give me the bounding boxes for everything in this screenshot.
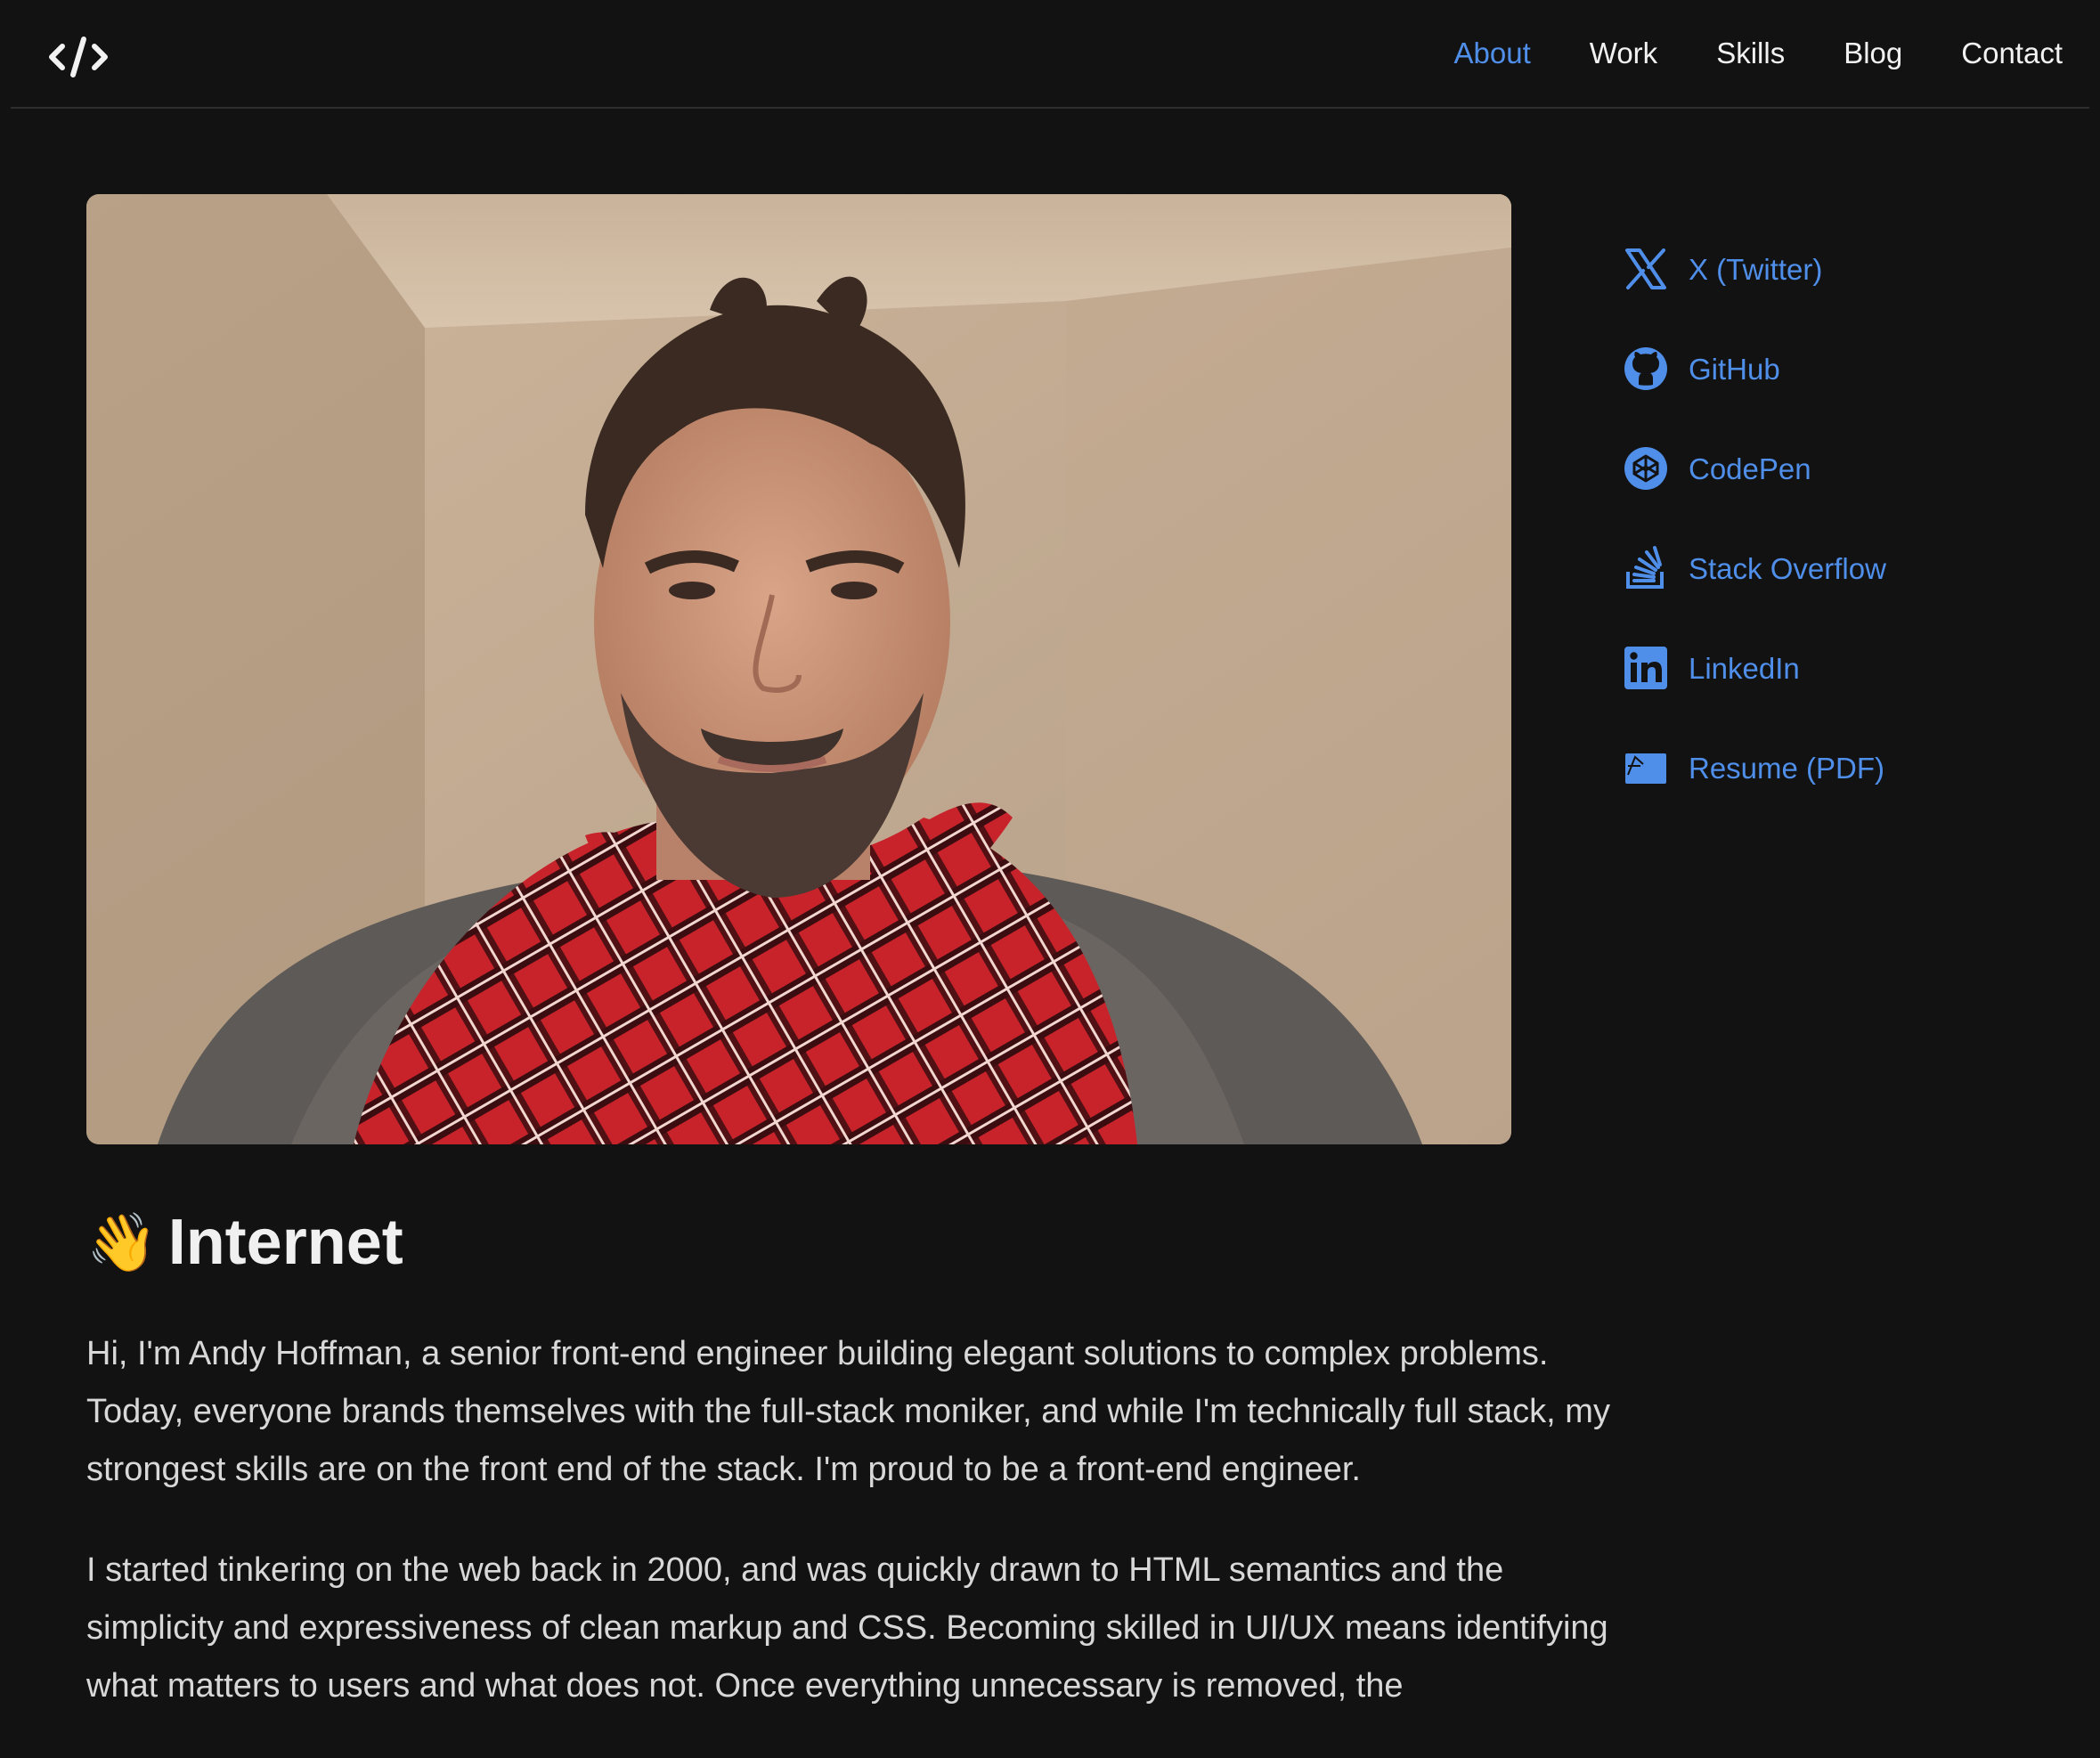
nav-about[interactable]: About [1454, 38, 1531, 68]
main-nav: About Work Skills Blog Contact [1396, 0, 2063, 105]
social-link-stack-overflow[interactable]: Stack Overflow [1623, 545, 2068, 591]
intro-heading: 👋 Internet [86, 1202, 403, 1282]
social-label-linkedin: LinkedIn [1689, 651, 1800, 685]
x-twitter-icon [1625, 248, 1666, 289]
linkedin-icon [1624, 647, 1667, 689]
stack-overflow-icon [1626, 546, 1664, 589]
social-link-x-twitter[interactable]: X (Twitter) [1623, 246, 2068, 292]
social-link-resume-pdf[interactable]: Resume (PDF) [1623, 745, 2068, 791]
code-logo-icon[interactable] [46, 30, 110, 84]
intro-paragraph-2: I started tinkering on the web back in 2… [86, 1551, 1608, 1705]
social-label-stack-overflow: Stack Overflow [1689, 551, 1886, 585]
social-link-github[interactable]: GitHub [1623, 346, 2068, 392]
resume-pdf-icon [1625, 753, 1666, 784]
social-label-codepen: CodePen [1689, 452, 1811, 485]
intro-paragraph-1: Hi, I'm Andy Hoffman, a senior front-end… [86, 1335, 1610, 1488]
site-header: About Work Skills Blog Contact [11, 0, 2089, 109]
github-icon [1624, 347, 1667, 390]
social-links: X (Twitter) GitHub CodePen Stack Overflo… [1623, 246, 2068, 844]
social-label-github: GitHub [1689, 352, 1780, 386]
social-link-linkedin[interactable]: LinkedIn [1623, 645, 2068, 691]
social-label-x-twitter: X (Twitter) [1689, 252, 1823, 286]
codepen-icon [1624, 447, 1667, 490]
profile-photo [86, 194, 1511, 1144]
social-link-codepen[interactable]: CodePen [1623, 445, 2068, 492]
nav-blog[interactable]: Blog [1844, 38, 1902, 68]
nav-work[interactable]: Work [1590, 38, 1657, 68]
nav-contact[interactable]: Contact [1961, 38, 2063, 68]
page-title: Internet [167, 1207, 403, 1278]
about-content: Hi, I'm Andy Hoffman, a senior front-end… [86, 1325, 1636, 1758]
social-label-resume-pdf: Resume (PDF) [1689, 751, 1885, 785]
waving-hand-icon: 👋 [86, 1210, 158, 1274]
nav-skills[interactable]: Skills [1716, 38, 1785, 68]
